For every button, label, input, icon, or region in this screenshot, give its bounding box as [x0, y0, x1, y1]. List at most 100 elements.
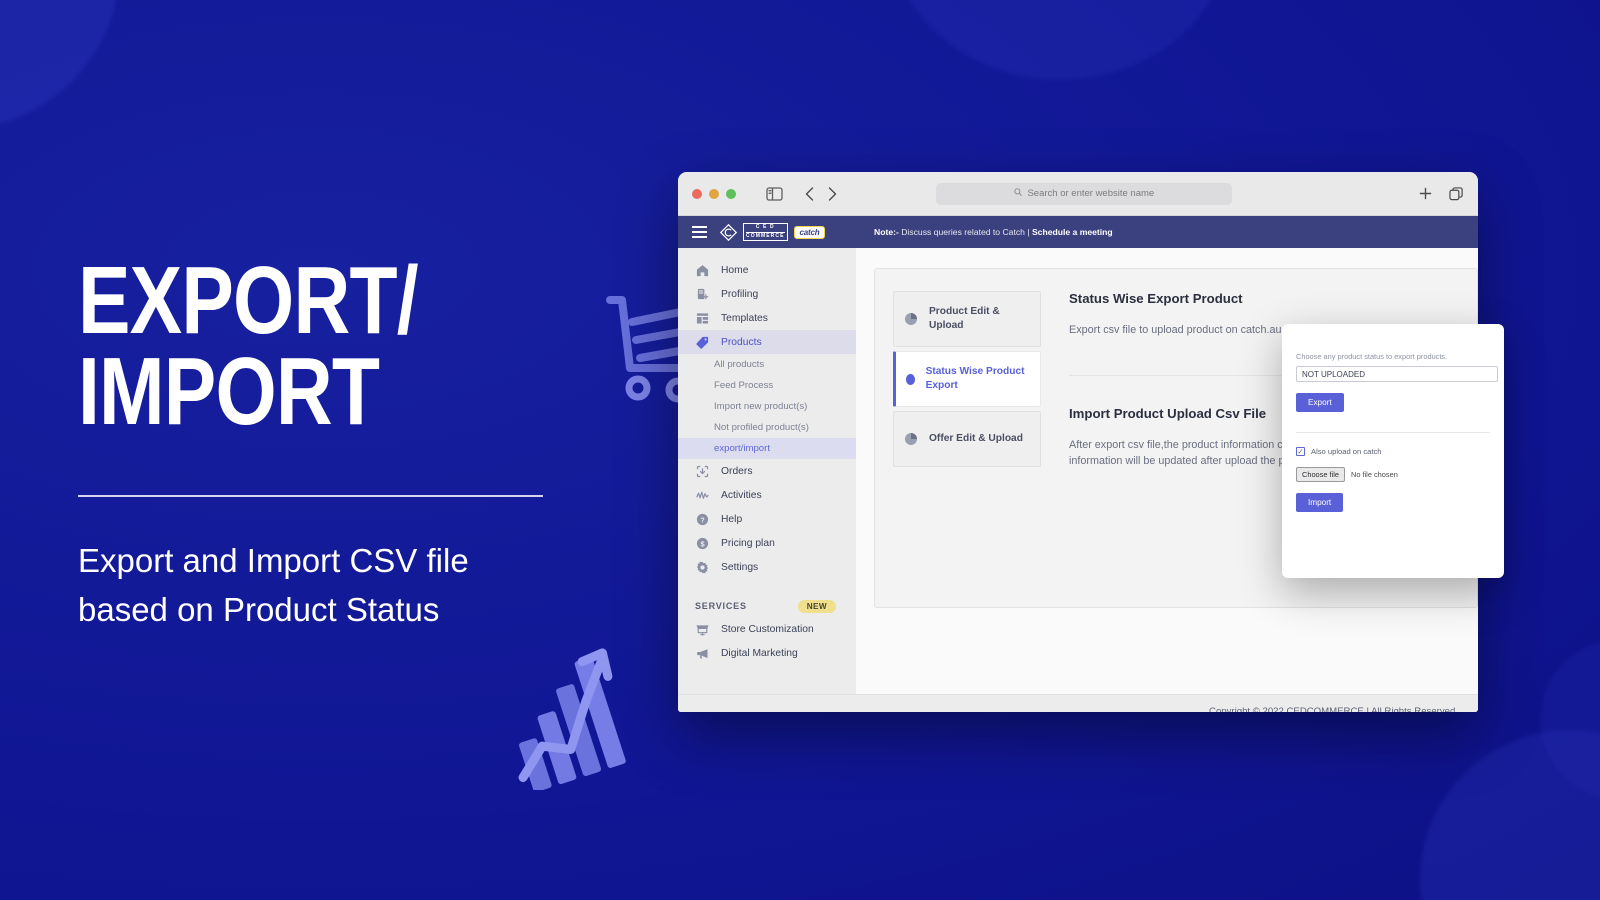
- sidebar-item-label: Pricing plan: [721, 537, 775, 549]
- export-button[interactable]: Export: [1296, 393, 1344, 412]
- browser-navigation[interactable]: [805, 186, 837, 201]
- growth-bar-chart-icon: [518, 648, 626, 790]
- store-icon: [695, 622, 710, 637]
- header-note: Note:- Discuss queries related to Catch …: [874, 227, 1113, 237]
- sidebar-item-digital-marketing[interactable]: Digital Marketing: [678, 641, 856, 665]
- page-title: EXPORT/ IMPORT: [78, 253, 537, 440]
- sidebar-item-pricing-plan[interactable]: $ Pricing plan: [678, 531, 856, 555]
- catch-marketplace-badge: catch: [793, 225, 826, 239]
- sidebar-subitem-export-import[interactable]: export/import: [678, 438, 856, 459]
- services-section-header: SERVICES NEW: [678, 595, 856, 617]
- sidebar-item-label: Settings: [721, 561, 759, 573]
- megaphone-icon: [695, 646, 710, 661]
- header-note-prefix: Note:-: [874, 227, 899, 237]
- copyright-text: Copyright © 2022 CEDCOMMERCE | All Right…: [1209, 706, 1458, 712]
- sidebar-item-home[interactable]: Home: [678, 258, 856, 282]
- logo-line-2: COMMERCE: [746, 231, 785, 239]
- also-upload-checkbox[interactable]: ✓: [1296, 447, 1305, 456]
- page-subtitle-line-2: based on Product Status: [78, 591, 440, 629]
- search-icon: [1014, 188, 1023, 199]
- sidebar-subitem-all-products[interactable]: All products: [678, 354, 856, 375]
- cedcommerce-mark-icon: [720, 223, 737, 241]
- schedule-meeting-link[interactable]: Schedule a meeting: [1032, 227, 1113, 237]
- sidebar-item-label: Activities: [721, 489, 762, 501]
- close-button[interactable]: [692, 188, 702, 199]
- browser-toolbar: Search or enter website name: [678, 172, 1478, 216]
- popup-divider: [1296, 432, 1490, 433]
- page-title-line-2: IMPORT: [78, 338, 380, 446]
- file-status-text: No file chosen: [1350, 470, 1398, 479]
- sidebar-item-label: Profiling: [721, 288, 759, 300]
- sidebar-item-orders[interactable]: Orders: [678, 459, 856, 483]
- tab-product-edit-upload[interactable]: Product Edit & Upload: [893, 291, 1041, 347]
- pie-chart-icon: [905, 313, 917, 325]
- file-picker-row[interactable]: Choose file No file chosen: [1296, 467, 1490, 482]
- promo-panel: EXPORT/ IMPORT Export and Import CSV fil…: [78, 253, 638, 635]
- sidebar-item-store-customization[interactable]: Store Customization: [678, 617, 856, 641]
- menu-hamburger-icon[interactable]: [692, 226, 707, 238]
- tab-column: Product Edit & Upload Status Wise Produc…: [893, 291, 1041, 607]
- sidebar-item-profiling[interactable]: Profiling: [678, 282, 856, 306]
- forward-arrow-icon[interactable]: [828, 186, 837, 201]
- decor-blob-top-left: [0, 0, 120, 130]
- sidebar-item-label: Home: [721, 264, 749, 276]
- pricing-icon: $: [695, 536, 710, 551]
- sidebar-item-settings[interactable]: Settings: [678, 555, 856, 579]
- services-new-badge: NEW: [797, 599, 836, 613]
- window-controls[interactable]: [692, 188, 736, 199]
- tab-offer-edit-upload[interactable]: Offer Edit & Upload: [893, 411, 1041, 467]
- sidebar-item-label: Help: [721, 513, 743, 525]
- tab-overview-icon[interactable]: [1449, 186, 1464, 201]
- sidebar-item-label: Digital Marketing: [721, 647, 798, 659]
- orders-icon: [695, 464, 710, 479]
- svg-text:?: ?: [700, 517, 704, 524]
- maximize-button[interactable]: [726, 188, 736, 199]
- choose-file-button[interactable]: Choose file: [1296, 467, 1345, 482]
- import-button[interactable]: Import: [1296, 493, 1344, 512]
- product-status-select[interactable]: NOT UPLOADED: [1296, 366, 1498, 382]
- decor-blob-top-center: [890, 0, 1230, 80]
- tab-status-wise-product-export[interactable]: Status Wise Product Export: [893, 351, 1041, 407]
- cedcommerce-logo[interactable]: C E D COMMERCE catch: [720, 222, 826, 242]
- export-import-popup: Choose any product status to export prod…: [1282, 324, 1504, 578]
- sidebar-subitem-import-new-products[interactable]: Import new product(s): [678, 396, 856, 417]
- sidebar-subitem-feed-process[interactable]: Feed Process: [678, 375, 856, 396]
- export-panel: Choose any product status to export prod…: [1296, 342, 1498, 426]
- tab-label: Offer Edit & Upload: [929, 433, 1023, 445]
- logo-line-1: C E D: [755, 223, 775, 230]
- also-upload-label: Also upload on catch: [1311, 447, 1382, 456]
- header-note-text: Discuss queries related to Catch |: [898, 227, 1032, 237]
- app-header: C E D COMMERCE catch Note:- Discuss quer…: [678, 216, 1478, 248]
- sidebar-item-activities[interactable]: Activities: [678, 483, 856, 507]
- page-subtitle-line-1: Export and Import CSV file: [78, 542, 469, 580]
- address-placeholder: Search or enter website name: [1027, 188, 1155, 199]
- active-tab-dot-icon: [906, 373, 915, 385]
- address-search-input[interactable]: Search or enter website name: [936, 182, 1233, 205]
- home-icon: [695, 263, 710, 278]
- app-sidebar: Home Profiling Templates Products All pr…: [678, 248, 856, 694]
- page-subtitle: Export and Import CSV file based on Prod…: [78, 537, 638, 635]
- minimize-button[interactable]: [709, 188, 719, 199]
- sidebar-item-products[interactable]: Products: [678, 330, 856, 354]
- sidebar-item-label: Templates: [721, 312, 768, 324]
- plus-icon[interactable]: [1419, 187, 1432, 200]
- export-status-label: Choose any product status to export prod…: [1296, 352, 1448, 361]
- back-arrow-icon[interactable]: [805, 186, 814, 201]
- sidebar-item-templates[interactable]: Templates: [678, 306, 856, 330]
- pie-chart-icon: [905, 433, 917, 445]
- title-divider: [78, 495, 543, 498]
- sidebar-item-help[interactable]: ? Help: [678, 507, 856, 531]
- app-footer: Copyright © 2022 CEDCOMMERCE | All Right…: [678, 694, 1478, 712]
- export-section-title: Status Wise Export Product: [1069, 291, 1243, 306]
- settings-gear-icon: [695, 560, 710, 575]
- tab-label: Product Edit & Upload: [929, 306, 1000, 331]
- ced-commerce-wordmark: C E D COMMERCE: [743, 222, 788, 242]
- sidebar-toggle-icon[interactable]: [766, 186, 783, 201]
- tab-label: Status Wise Product Export: [925, 366, 1025, 391]
- product-status-value: NOT UPLOADED: [1302, 369, 1365, 379]
- sidebar-item-label: Orders: [721, 465, 753, 477]
- also-upload-row[interactable]: ✓ Also upload on catch: [1296, 447, 1490, 456]
- profiling-icon: [695, 287, 710, 302]
- sidebar-subitem-not-profiled-products[interactable]: Not profiled product(s): [678, 417, 856, 438]
- services-title: SERVICES: [695, 601, 747, 611]
